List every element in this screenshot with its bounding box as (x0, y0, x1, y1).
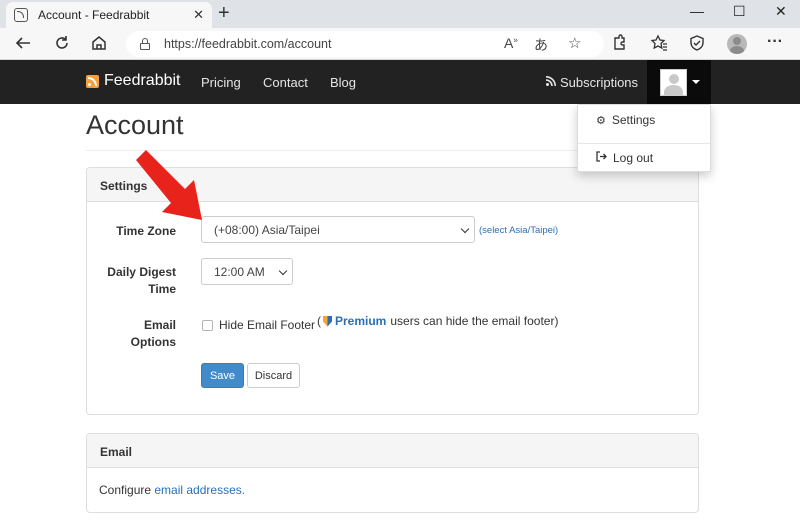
browser-tab-strip: Account - Feedrabbit ✕ + — ☐ ✕ (0, 0, 800, 28)
caret-down-icon (692, 80, 700, 84)
hide-email-footer-label[interactable]: Hide Email Footer (219, 318, 315, 332)
premium-shield-icon (323, 315, 332, 327)
browser-essentials-icon[interactable] (688, 34, 706, 57)
site-navbar: Feedrabbit Pricing Contact Blog Subscrip… (0, 60, 800, 104)
feed-icon (545, 76, 556, 89)
nav-link-contact[interactable]: Contact (263, 75, 308, 90)
browser-toolbar: https://feedrabbit.com/account A» あ ☆ ··… (0, 28, 800, 60)
page-title: Account (86, 110, 184, 140)
minimize-icon[interactable]: — (690, 3, 704, 19)
lock-icon (138, 37, 152, 51)
email-addresses-link[interactable]: email addresses. (154, 483, 245, 497)
new-tab-button[interactable]: + (218, 3, 230, 23)
home-icon[interactable] (90, 34, 108, 57)
discard-button[interactable]: Discard (247, 363, 300, 388)
translate-icon[interactable]: あ (534, 35, 548, 55)
url-text: https://feedrabbit.com/account (164, 37, 332, 51)
browser-profile-avatar[interactable] (727, 34, 747, 54)
digest-time-value: 12:00 AM (214, 265, 265, 279)
dropdown-logout-label: Log out (613, 151, 654, 165)
refresh-icon[interactable] (53, 34, 71, 57)
dropdown-item-logout[interactable]: Log out (596, 151, 653, 165)
subscriptions-label: Subscriptions (560, 75, 639, 90)
nav-link-blog[interactable]: Blog (330, 75, 356, 90)
premium-paren: ( (317, 314, 321, 328)
logout-icon (596, 151, 607, 165)
nav-link-pricing[interactable]: Pricing (201, 75, 241, 90)
chevron-down-icon (460, 224, 470, 234)
gear-icon: ⚙ (596, 114, 606, 127)
premium-note-text: users can hide the email footer) (390, 314, 559, 328)
back-icon[interactable] (14, 34, 32, 57)
favorite-add-icon[interactable]: ☆ (568, 34, 581, 52)
user-dropdown-menu: ⚙ Settings Log out (577, 104, 711, 172)
address-bar[interactable]: https://feedrabbit.com/account A» あ ☆ (126, 31, 604, 57)
favorites-icon[interactable] (650, 34, 668, 57)
nav-link-subscriptions[interactable]: Subscriptions (545, 75, 639, 90)
email-configure-text: Configure email addresses. (99, 483, 245, 497)
user-menu-toggle[interactable] (647, 60, 711, 104)
email-configure-prefix: Configure (99, 483, 155, 497)
dropdown-divider (578, 143, 710, 144)
maximize-icon[interactable]: ☐ (733, 3, 746, 20)
user-avatar (660, 69, 687, 96)
rss-icon (86, 74, 99, 88)
extensions-icon[interactable] (610, 34, 628, 57)
more-options-icon[interactable]: ··· (767, 32, 783, 52)
save-button[interactable]: Save (201, 363, 244, 388)
email-panel: Email (86, 433, 699, 513)
rss-favicon-icon (14, 8, 28, 22)
close-window-icon[interactable]: ✕ (775, 3, 787, 20)
time-zone-value: (+08:00) Asia/Taipei (214, 223, 320, 237)
tab-title: Account - Feedrabbit (38, 8, 150, 22)
time-zone-select[interactable]: (+08:00) Asia/Taipei (201, 216, 475, 243)
brand-name: Feedrabbit (104, 72, 181, 89)
hide-email-footer-checkbox[interactable] (202, 320, 213, 331)
email-options-label: Email Options (130, 318, 176, 349)
digest-time-select[interactable]: 12:00 AM (201, 258, 293, 285)
daily-digest-time-label: Daily Digest Time (107, 265, 176, 296)
premium-link[interactable]: Premium (335, 314, 386, 328)
chevron-down-icon (278, 266, 288, 276)
premium-note: ( Premium users can hide the email foote… (317, 314, 558, 328)
read-aloud-icon[interactable]: A» (504, 35, 518, 51)
dropdown-settings-label: Settings (611, 113, 656, 127)
browser-tab[interactable]: Account - Feedrabbit ✕ (6, 2, 212, 28)
select-timezone-link[interactable]: (select Asia/Taipei) (479, 225, 558, 236)
email-panel-heading: Email (87, 434, 698, 468)
dropdown-item-settings[interactable]: ⚙ Settings (596, 113, 655, 127)
brand-link[interactable]: Feedrabbit (86, 72, 181, 90)
red-arrow-annotation-icon (136, 150, 202, 220)
tab-close-icon[interactable]: ✕ (193, 7, 204, 23)
